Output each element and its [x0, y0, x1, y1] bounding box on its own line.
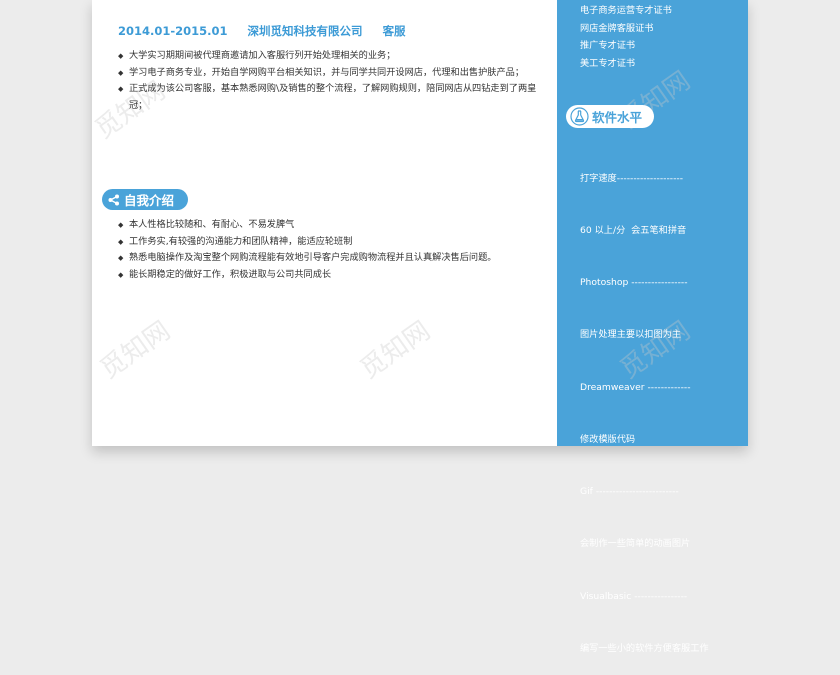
certificate-list: 电子商务运营专才证书 网店金牌客服证书 推广专才证书 美工专才证书	[580, 2, 672, 72]
section-title-label: 软件水平	[592, 110, 643, 125]
list-item: 打字速度--------------------	[580, 172, 684, 184]
list-item-text: 学习电子商务专业，开始自学网购平台相关知识，并与同学共同开设网店，代理和出售护肤…	[129, 66, 525, 78]
bullet-icon: ◆	[118, 85, 124, 93]
list-item: 电子商务运营专才证书	[580, 5, 672, 16]
list-item-text: 大学实习期期间被代理商邀请加入客服行列开始处理相关的业务；	[129, 50, 396, 61]
list-item: Dreamweaver -------------	[580, 381, 691, 393]
experience-bullets: ◆ 大学实习期期间被代理商邀请加入客服行列开始处理相关的业务； ◆ 学习电子商务专业…	[116, 48, 541, 114]
list-item: ◆ 正式成为该公司客服，基本熟悉网购\及销售的整个流程，了解网购规则，陪同网店从四…	[116, 81, 541, 114]
bullet-icon: ◆	[118, 270, 124, 279]
list-item-text: 正式成为该公司客服，基本熟悉网购\及销售的整个流程，了解网购规则，陪同网店从四钻…	[129, 83, 537, 111]
list-item: Photoshop -----------------	[580, 277, 688, 289]
list-item-text: 能长期稳定的做好工作，积极进取与公司共同成长	[129, 268, 332, 280]
list-item: ◆ 本人性格比较随和、有耐心、不易发脾气	[116, 217, 541, 234]
section-title-software: 软件水平	[566, 105, 654, 128]
section-title-self-intro: 自我介绍	[102, 189, 188, 210]
job-period: 2014.01-2015.01	[118, 24, 228, 38]
section-title-label: 自我介绍	[124, 193, 175, 208]
list-item-text: 本人性格比较随和、有耐心、不易发脾气	[129, 219, 295, 230]
bullet-icon: ◆	[118, 237, 124, 246]
bullet-icon: ◆	[118, 68, 124, 77]
job-role: 客服	[382, 24, 406, 38]
list-item: ◆ 能长期稳定的做好工作，积极进取与公司共同成长	[116, 267, 541, 284]
bullet-icon: ◆	[118, 52, 124, 60]
list-item: 编写一些小的软件方便客服工作	[580, 642, 709, 654]
list-item: Visualbasic ----------------	[580, 590, 688, 602]
list-item: 美工专才证书	[580, 57, 636, 69]
list-item: ◆ 熟悉电脑操作及淘宝整个网购流程能有效地引导客户完成购物流程并且认真解决售后问题…	[116, 250, 541, 267]
share-icon	[105, 191, 122, 208]
flask-icon	[570, 107, 589, 126]
list-item: 图片处理主要以扣图为主	[580, 329, 682, 341]
software-list: 打字速度-------------------- 60 以上/分 会五笔和拼音 …	[580, 135, 709, 675]
list-item-text: 熟悉电脑操作及淘宝整个网购流程能有效地引导客户完成购物流程并且认真解决售后问题。	[129, 252, 497, 263]
list-item: 60 以上/分 会五笔和拼音	[580, 225, 687, 237]
list-item: Gif -------------------------	[580, 486, 679, 498]
list-item: 网店金牌客服证书	[580, 22, 654, 34]
job-company: 深圳觅知科技有限公司	[247, 24, 363, 38]
bullet-icon: ◆	[118, 221, 124, 229]
list-item: ◆ 工作务实,有较强的沟通能力和团队精神，能适应轮班制	[116, 234, 541, 251]
self-intro-bullets: ◆ 本人性格比较随和、有耐心、不易发脾气 ◆ 工作务实,有较强的沟通能力和团队精神，…	[116, 217, 541, 283]
list-item-text: 工作务实,有较强的沟通能力和团队精神，能适应轮班制	[129, 235, 353, 247]
list-item: 修改模版代码	[580, 433, 636, 445]
list-item: ◆ 学习电子商务专业，开始自学网购平台相关知识，并与同学共同开设网店，代理和出售护…	[116, 65, 541, 82]
list-item: ◆ 大学实习期期间被代理商邀请加入客服行列开始处理相关的业务；	[116, 48, 541, 65]
job-header: 2014.01-2015.01 深圳觅知科技有限公司 客服	[118, 23, 406, 39]
list-item: 推广专才证书	[580, 40, 636, 51]
bullet-icon: ◆	[118, 254, 124, 262]
